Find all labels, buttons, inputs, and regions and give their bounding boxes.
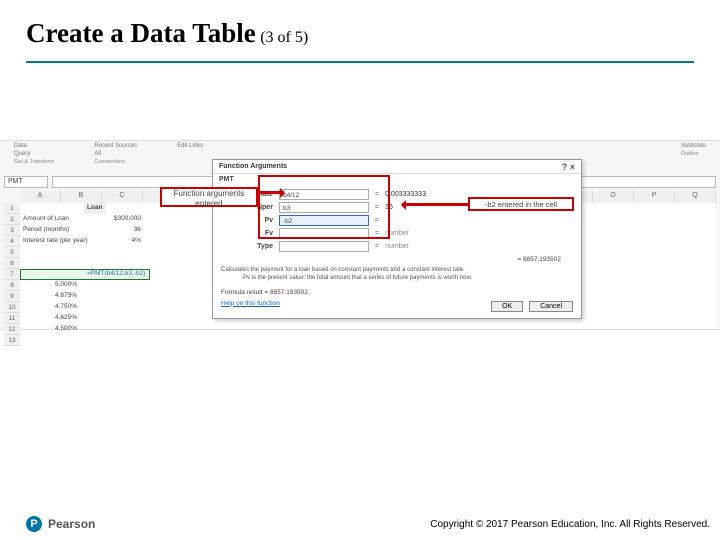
- slide-title: Create a Data Table (3 of 5): [0, 0, 720, 57]
- cell-A11[interactable]: 4.625%: [20, 313, 80, 324]
- dialog-eq-result: = 8857.193502: [213, 256, 581, 263]
- fv-input[interactable]: [279, 228, 369, 239]
- callout-b2-entered: -b2 entered in the cell: [468, 197, 574, 211]
- copyright-text: Copyright © 2017 Pearson Education, Inc.…: [430, 519, 710, 530]
- cell-B3[interactable]: 36: [84, 225, 144, 236]
- ok-button[interactable]: OK: [491, 301, 523, 312]
- cell-A12[interactable]: 4.500%: [20, 324, 80, 335]
- pearson-logo: P Pearson: [26, 516, 95, 532]
- dialog-funcname: PMT: [213, 174, 581, 185]
- name-box[interactable]: PMT: [4, 176, 48, 188]
- title-sub: (3 of 5): [260, 29, 308, 46]
- pearson-brand: Pearson: [48, 517, 95, 531]
- nper-input[interactable]: b3: [279, 202, 369, 213]
- dialog-close-icon[interactable]: ? ×: [562, 162, 575, 172]
- cell-A4[interactable]: Interest rate (per year): [20, 236, 91, 247]
- dialog-title: Function Arguments: [219, 163, 287, 170]
- cell-B2[interactable]: $300,000: [84, 214, 144, 225]
- dialog-fields: Rateb4/12=0.003333333 Nperb3=36 Pv-b2= F…: [213, 185, 581, 256]
- function-arguments-dialog: Function Arguments ? × PMT Rateb4/12=0.0…: [212, 159, 582, 319]
- pearson-logo-icon: P: [26, 516, 42, 532]
- arrow-icon: [258, 191, 284, 194]
- slide-footer: P Pearson Copyright © 2017 Pearson Educa…: [0, 516, 720, 532]
- dialog-formula-result: Formula result = 8857.193502: [213, 287, 581, 298]
- type-input[interactable]: [279, 241, 369, 252]
- active-cell-highlight: [20, 269, 150, 280]
- dialog-desc1: Calculates the payment for a loan based …: [221, 267, 465, 273]
- dialog-desc2: Pv is the present value: the total amoun…: [221, 275, 573, 283]
- pv-input[interactable]: -b2: [279, 215, 369, 226]
- cell-A8[interactable]: 5.000%: [20, 280, 80, 291]
- cell-B1[interactable]: Loan: [84, 203, 106, 214]
- cancel-button[interactable]: Cancel: [529, 301, 573, 312]
- arrow-icon: [402, 203, 468, 206]
- callout-function-args: Function arguments entered: [160, 187, 258, 207]
- title-main: Create a Data Table: [26, 18, 256, 48]
- cell-A10[interactable]: 4.750%: [20, 302, 80, 313]
- cell-A3[interactable]: Period (months): [20, 225, 72, 236]
- title-underline: [26, 61, 694, 63]
- cell-A2[interactable]: Amount of Loan: [20, 214, 72, 225]
- row-headers: 12345678910111213: [4, 203, 20, 346]
- cell-B4[interactable]: 4%: [84, 236, 144, 247]
- excel-screenshot: DataQueryGet & Transform Recent SourcesA…: [0, 140, 720, 330]
- cell-A9[interactable]: 4.875%: [20, 291, 80, 302]
- rate-input[interactable]: b4/12: [279, 189, 369, 200]
